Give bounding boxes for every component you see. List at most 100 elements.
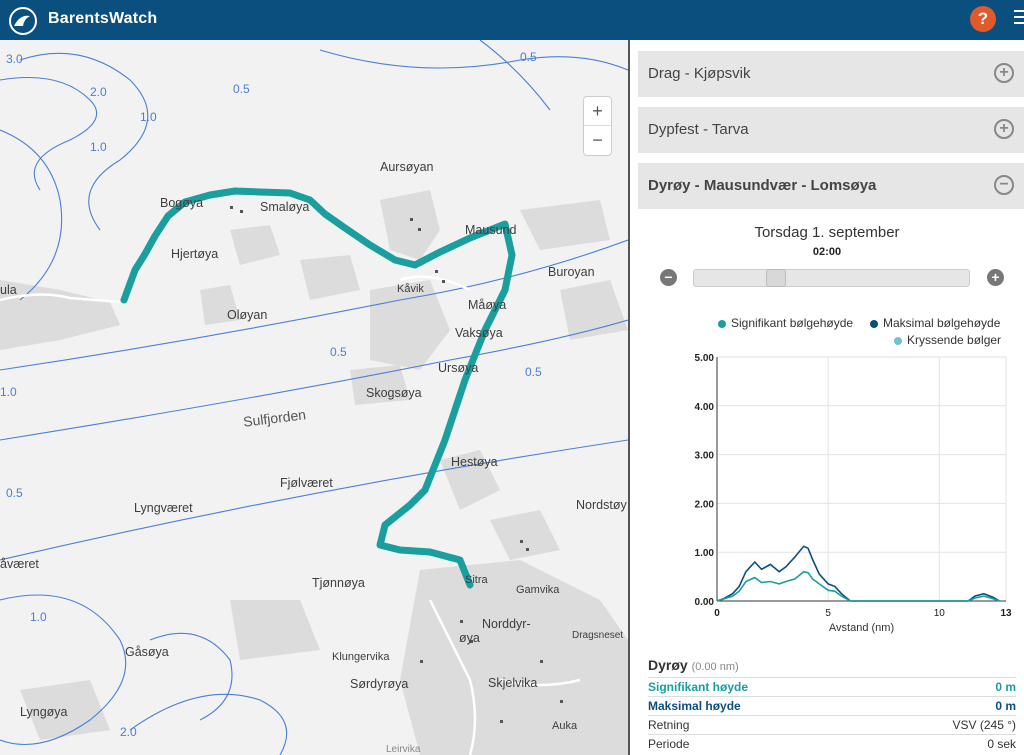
place-label: Måøya bbox=[468, 298, 507, 312]
help-icon[interactable]: ? bbox=[970, 6, 996, 32]
place-label: ula bbox=[0, 283, 17, 297]
place-label: Sørdyrøya bbox=[350, 677, 409, 691]
legend-dot-icon bbox=[870, 319, 878, 328]
place-label: Aursøyan bbox=[380, 160, 434, 174]
y-tick-label: 1.00 bbox=[695, 548, 715, 559]
depth-label: 1.0 bbox=[0, 385, 17, 399]
x-axis-label: Avstand (nm) bbox=[829, 622, 894, 634]
x-tick-label: 10 bbox=[934, 608, 946, 619]
map[interactable]: 0.5 1.0 2.0 3.0 0.5 1.0 0.5 0.5 1.0 0.5 … bbox=[0, 40, 628, 755]
depth-label: 0.5 bbox=[525, 365, 542, 379]
place-label: Klungervika bbox=[332, 651, 390, 663]
stat-place: Dyrøy bbox=[648, 657, 688, 673]
time-forward-button[interactable]: + bbox=[987, 269, 1004, 286]
y-tick-label: 2.00 bbox=[695, 499, 715, 510]
depth-label: 0.5 bbox=[520, 50, 537, 64]
depth-label: 3.0 bbox=[6, 52, 23, 66]
y-tick-label: 3.00 bbox=[695, 451, 715, 462]
legend-label: Maksimal bølgehøyde bbox=[883, 316, 1001, 330]
top-bar: BarentsWatch ? bbox=[0, 0, 1024, 40]
place-label: Buroyan bbox=[548, 265, 595, 279]
stat-row-direction: Retning VSV (245 °) bbox=[648, 715, 1016, 734]
place-label: Lyngøya bbox=[20, 705, 68, 719]
place-label: åværet bbox=[0, 557, 39, 571]
depth-label: 0.5 bbox=[6, 486, 23, 500]
stat-row-sig: Signifikant høyde 0 m bbox=[648, 677, 1016, 696]
series-line-sig bbox=[716, 570, 1000, 602]
time-slider[interactable] bbox=[693, 269, 970, 287]
zoom-in-button[interactable]: + bbox=[584, 97, 611, 125]
place-label: Leirvika bbox=[386, 744, 421, 755]
place-label: Gamvika bbox=[516, 584, 560, 596]
zoom-out-button[interactable]: − bbox=[584, 125, 611, 154]
place-label: Bogøya bbox=[160, 196, 204, 210]
collapse-icon[interactable]: − bbox=[994, 175, 1014, 195]
stat-label: Signifikant høyde bbox=[648, 680, 749, 694]
stat-row-max: Maksimal høyde 0 m bbox=[648, 696, 1016, 715]
stat-label: Maksimal høyde bbox=[648, 699, 741, 713]
place-label: Skjelvika bbox=[488, 676, 538, 690]
place-label: Hjertøya bbox=[171, 247, 219, 261]
depth-label: 0.5 bbox=[233, 82, 250, 96]
depth-label: 2.0 bbox=[90, 85, 107, 99]
wave-chart[interactable]: 0.00 1.00 2.00 3.00 4.00 5.00 0 5 10 13 Avstand (n… bbox=[630, 345, 1024, 645]
stat-row-period: Periode 0 sek bbox=[648, 734, 1016, 753]
section-title: Dyrøy - Mausundvær - Lomsøya bbox=[648, 177, 877, 194]
series-line-max bbox=[716, 545, 1000, 602]
place-label: Smaløya bbox=[260, 200, 310, 214]
place-label: Dragsneset bbox=[572, 630, 624, 641]
legend-dot-icon bbox=[894, 336, 902, 345]
place-label: Kåvik bbox=[397, 283, 424, 295]
place-label: Tjønnøya bbox=[312, 576, 365, 590]
time-back-button[interactable]: − bbox=[660, 269, 677, 286]
depth-label: 1.0 bbox=[90, 140, 107, 154]
section-dyroy-mausundvaer-lomsoya[interactable]: Dyrøy - Mausundvær - Lomsøya − bbox=[638, 163, 1024, 209]
place-label: Skogsøya bbox=[366, 386, 422, 400]
forecast-date: Torsdag 1. september bbox=[754, 224, 900, 241]
x-tick-label: 0 bbox=[714, 608, 720, 619]
stat-label: Retning bbox=[648, 718, 690, 732]
place-label: Vaksøya bbox=[455, 326, 503, 340]
section-dypfest-tarva[interactable]: Dypfest - Tarva + bbox=[638, 107, 1024, 153]
place-label: Norddyr- bbox=[482, 617, 531, 631]
place-label: Lyngværet bbox=[134, 501, 193, 515]
place-label: Sitra bbox=[465, 574, 488, 586]
forecast-time: 02:00 bbox=[812, 246, 842, 258]
place-label: øya bbox=[459, 631, 480, 645]
section-title: Dypfest - Tarva bbox=[648, 121, 749, 138]
section-drag-kjopsvik[interactable]: Drag - Kjøpsvik + bbox=[638, 51, 1024, 97]
legend-item-sig[interactable]: Signifikant bølgehøyde bbox=[718, 316, 853, 330]
expand-icon[interactable]: + bbox=[994, 119, 1014, 139]
section-title: Drag - Kjøpsvik bbox=[648, 65, 751, 82]
place-label: Ursøya bbox=[438, 361, 479, 375]
slider-handle[interactable] bbox=[766, 269, 786, 287]
stat-value: 0 sek bbox=[987, 737, 1016, 751]
depth-label: 2.0 bbox=[120, 725, 137, 739]
menu-icon[interactable] bbox=[1014, 10, 1024, 28]
x-tick-label: 5 bbox=[825, 608, 831, 619]
place-label: Fjølværet bbox=[280, 476, 333, 490]
legend-dot-icon bbox=[718, 319, 726, 328]
stat-distance: (0.00 nm) bbox=[691, 661, 739, 673]
expand-icon[interactable]: + bbox=[994, 63, 1014, 83]
depth-label: 0.5 bbox=[330, 345, 347, 359]
place-label: Gåsøya bbox=[125, 645, 169, 659]
barentswatch-logo-icon[interactable] bbox=[8, 6, 38, 36]
stat-location: Dyrøy (0.00 nm) bbox=[648, 657, 739, 673]
place-label: Nordstøy bbox=[576, 498, 627, 512]
y-tick-label: 4.00 bbox=[695, 402, 715, 413]
brand-name[interactable]: BarentsWatch bbox=[48, 10, 157, 28]
place-label: Mausund bbox=[465, 223, 517, 237]
place-label: Hestøya bbox=[451, 455, 498, 469]
place-label: Oløyan bbox=[227, 308, 268, 322]
stat-value: 0 m bbox=[995, 699, 1016, 713]
stat-value: 0 m bbox=[995, 680, 1016, 694]
legend-item-max[interactable]: Maksimal bølgehøyde bbox=[870, 316, 1000, 330]
depth-label: 1.0 bbox=[140, 110, 157, 124]
stat-label: Periode bbox=[648, 737, 690, 751]
zoom-control: + − bbox=[583, 96, 612, 156]
stat-value: VSV (245 °) bbox=[952, 718, 1017, 732]
place-label: Auka bbox=[552, 720, 578, 732]
legend-label: Signifikant bølgehøyde bbox=[731, 316, 854, 330]
x-tick-label: 13 bbox=[1000, 608, 1012, 619]
